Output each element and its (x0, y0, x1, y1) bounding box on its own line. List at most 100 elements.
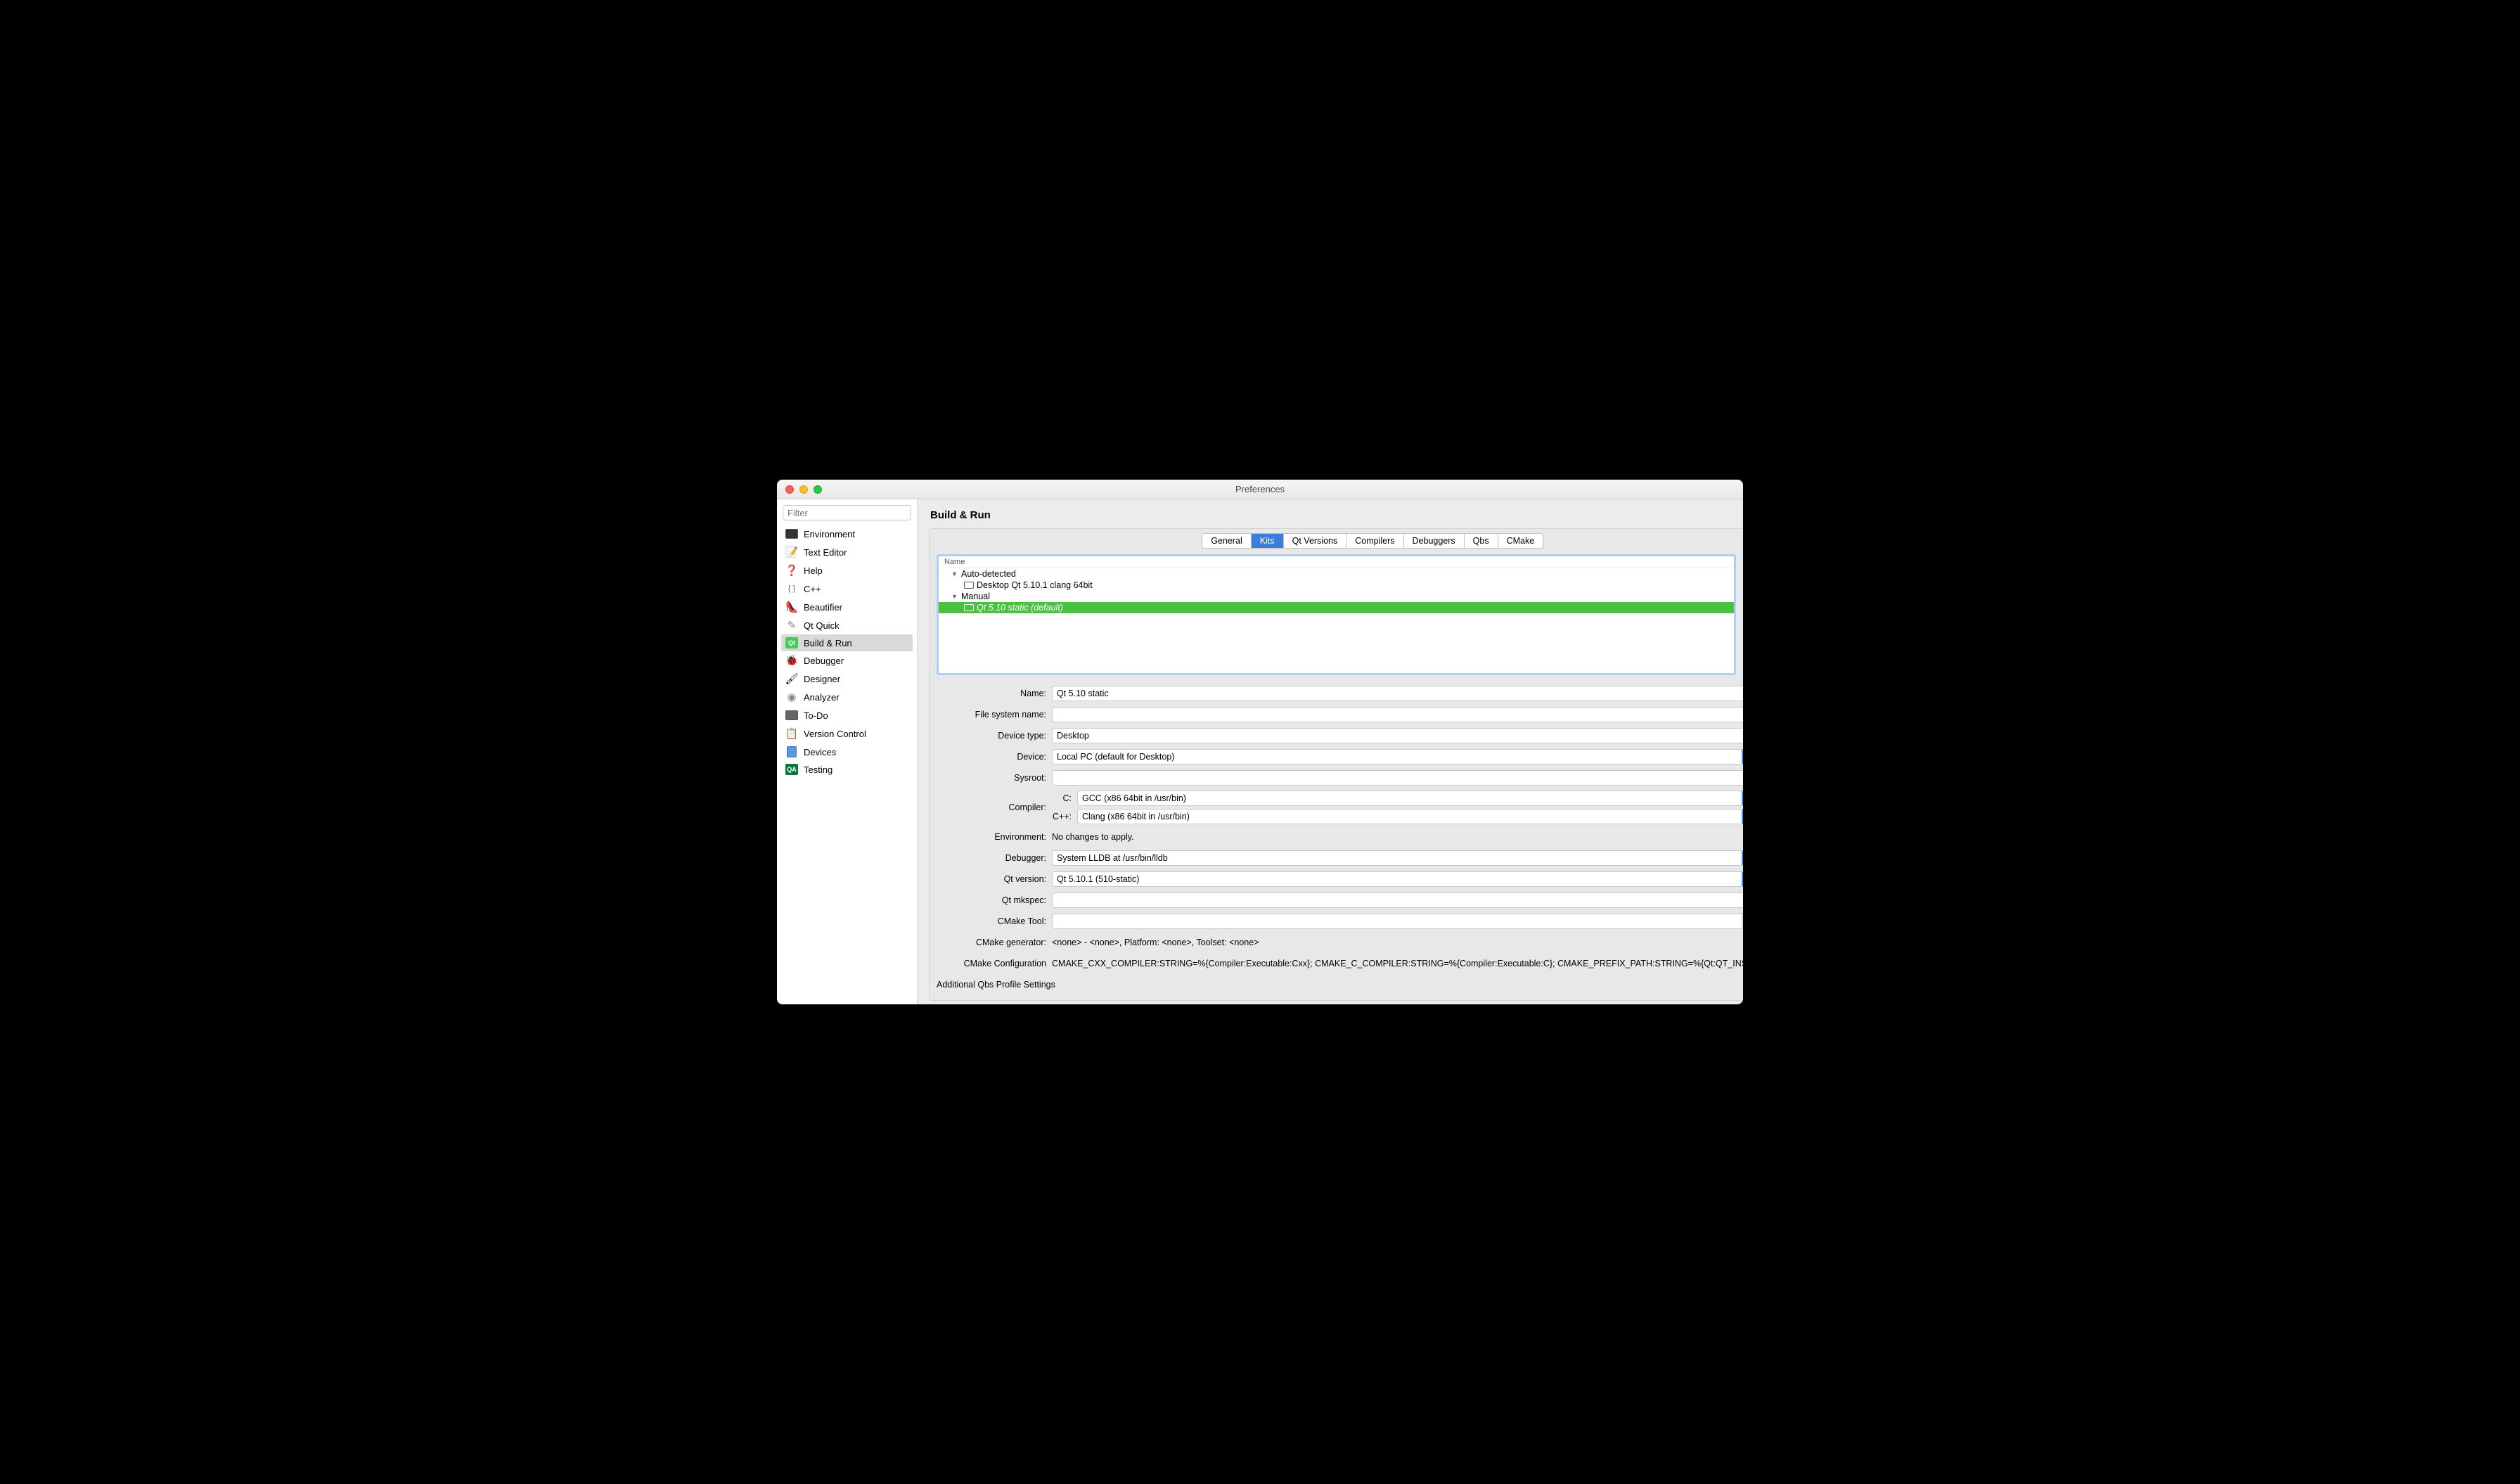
window-title: Preferences (777, 484, 1743, 494)
sidebar-item-todo[interactable]: To-Do (781, 706, 913, 724)
segmented-tabs: General Kits Qt Versions Compilers Debug… (1202, 533, 1543, 549)
cmake-generator-text: <none> - <none>, Platform: <none>, Tools… (1052, 938, 1743, 947)
sidebar-item-label: C++ (804, 584, 821, 594)
cpp-icon: { } (785, 582, 798, 595)
sidebar-item-environment[interactable]: Environment (781, 525, 913, 543)
select-arrows-icon: ▲▼ (1742, 791, 1744, 805)
sidebar-item-label: To-Do (804, 710, 828, 721)
sidebar-item-label: Help (804, 565, 823, 576)
sidebar-item-cpp[interactable]: { } C++ (781, 580, 913, 598)
environment-icon (785, 527, 798, 540)
sidebar-item-build-run[interactable]: Qt Build & Run (781, 634, 913, 651)
todo-icon (785, 709, 798, 722)
sidebar-item-devices[interactable]: Devices (781, 743, 913, 761)
sidebar-item-beautifier[interactable]: 👠 Beautifier (781, 598, 913, 616)
sysroot-input[interactable] (1052, 770, 1743, 786)
sidebar-item-analyzer[interactable]: ◉Analyzer (781, 688, 913, 706)
devices-icon (785, 746, 798, 758)
device-type-select[interactable]: Desktop▲▼ (1052, 728, 1743, 743)
select-arrows-icon: ▲▼ (1742, 872, 1744, 886)
tab-qbs[interactable]: Qbs (1465, 534, 1498, 548)
sidebar-item-label: Qt Quick (804, 620, 840, 631)
compiler-c-select[interactable]: GCC (x86 64bit in /usr/bin)▲▼ (1077, 791, 1743, 806)
select-arrows-icon: ▲▼ (1742, 914, 1744, 928)
sidebar-item-label: Devices (804, 747, 836, 757)
version-control-icon: 📋 (785, 727, 798, 740)
sidebar-item-testing[interactable]: QA Testing (781, 761, 913, 778)
compiler-cxx-value: Clang (x86 64bit in /usr/bin) (1082, 812, 1190, 821)
sidebar-item-label: Build & Run (804, 638, 852, 648)
device-type-value: Desktop (1057, 731, 1089, 741)
tree-group-manual[interactable]: ▼Manual (939, 591, 1734, 602)
fs-name-input[interactable] (1052, 707, 1743, 722)
device-label: Device: (937, 752, 1046, 762)
select-arrows-icon: ▲▼ (1742, 851, 1744, 865)
build-run-icon: Qt (785, 637, 798, 648)
text-editor-icon: 📝 (785, 546, 798, 558)
sidebar-item-label: Testing (804, 765, 832, 775)
compiler-c-label: C: (1052, 793, 1072, 803)
designer-icon: 🖌 (785, 672, 798, 685)
sysroot-label: Sysroot: (937, 773, 1046, 783)
tree-group-auto-detected[interactable]: ▼Auto-detected (939, 568, 1734, 580)
compiler-cxx-select[interactable]: Clang (x86 64bit in /usr/bin) ▲▼ (1077, 809, 1743, 824)
compiler-cxx-label: C++: (1052, 812, 1072, 821)
tree-item-manual-kit[interactable]: Qt 5.10 static (default) (939, 602, 1734, 613)
device-select[interactable]: Local PC (default for Desktop)▲▼ (1052, 749, 1743, 765)
tab-compilers[interactable]: Compilers (1346, 534, 1403, 548)
select-arrows-icon: ▲▼ (1742, 810, 1744, 824)
cmake-tool-select[interactable]: ▲▼ (1052, 914, 1743, 929)
debugger-label: Debugger: (937, 853, 1046, 863)
kits-tree[interactable]: Name ▼Auto-detected Desktop Qt 5.10.1 cl… (937, 554, 1736, 675)
tab-debuggers[interactable]: Debuggers (1404, 534, 1465, 548)
qt-version-select[interactable]: Qt 5.10.1 (510-static)▲▼ (1052, 871, 1743, 887)
cmake-config-label: CMake Configuration (937, 959, 1046, 968)
disclosure-icon: ▼ (951, 570, 958, 577)
debugger-select[interactable]: System LLDB at /usr/bin/lldb ▲▼ (1052, 850, 1743, 866)
qt-version-label: Qt version: (937, 874, 1046, 884)
sidebar-item-label: Debugger (804, 655, 844, 666)
tab-general[interactable]: General (1202, 534, 1251, 548)
build-run-panel: General Kits Qt Versions Compilers Debug… (929, 528, 1743, 1001)
qbs-profile-label: Additional Qbs Profile Settings (937, 980, 1055, 990)
tab-qt-versions[interactable]: Qt Versions (1284, 534, 1347, 548)
sidebar-item-label: Environment (804, 529, 855, 539)
sidebar: Environment 📝Text Editor ❓Help { } C++ 👠 B… (777, 499, 918, 1004)
disclosure-icon: ▼ (951, 593, 958, 600)
sidebar-item-version-control[interactable]: 📋 Version Control (781, 724, 913, 743)
sidebar-item-debugger[interactable]: 🐞 Debugger (781, 651, 913, 670)
sidebar-item-designer[interactable]: 🖌Designer (781, 670, 913, 688)
qt-mkspec-label: Qt mkspec: (937, 895, 1046, 905)
desktop-icon (964, 604, 974, 611)
sidebar-item-help[interactable]: ❓Help (781, 561, 913, 580)
debugger-icon: 🐞 (785, 654, 798, 667)
qt-quick-icon: ✎ (785, 619, 798, 632)
tree-item-auto-kit[interactable]: Desktop Qt 5.10.1 clang 64bit (939, 580, 1734, 591)
testing-icon: QA (785, 764, 798, 775)
sidebar-item-text-editor[interactable]: 📝Text Editor (781, 543, 913, 561)
sidebar-item-label: Beautifier (804, 602, 842, 613)
name-input[interactable] (1052, 686, 1743, 701)
dialog-footer: Apply Cancel OK (929, 1001, 1743, 1004)
tree-item-label: Desktop Qt 5.10.1 clang 64bit (977, 580, 1093, 590)
sidebar-item-qt-quick[interactable]: ✎ Qt Quick (781, 616, 913, 634)
analyzer-icon: ◉ (785, 691, 798, 703)
page-title: Build & Run (929, 509, 1743, 521)
preferences-window: Preferences Environment 📝Text Editor ❓He… (777, 480, 1743, 1004)
filter-input[interactable] (783, 505, 911, 520)
tab-cmake[interactable]: CMake (1498, 534, 1543, 548)
fs-name-label: File system name: (937, 710, 1046, 719)
tree-header-name: Name (939, 556, 1734, 568)
beautifier-icon: 👠 (785, 601, 798, 613)
tree-item-label: Qt 5.10 static (default) (977, 603, 1063, 613)
environment-text: No changes to apply. (1052, 832, 1743, 842)
debugger-value: System LLDB at /usr/bin/lldb (1057, 853, 1168, 863)
tree-group-label: Manual (961, 591, 990, 601)
device-value: Local PC (default for Desktop) (1057, 752, 1174, 762)
environment-label: Environment: (937, 832, 1046, 842)
qt-mkspec-input[interactable] (1052, 893, 1743, 908)
tab-kits[interactable]: Kits (1252, 534, 1284, 548)
device-type-label: Device type: (937, 731, 1046, 741)
sidebar-item-label: Version Control (804, 729, 866, 739)
cmake-generator-label: CMake generator: (937, 938, 1046, 947)
